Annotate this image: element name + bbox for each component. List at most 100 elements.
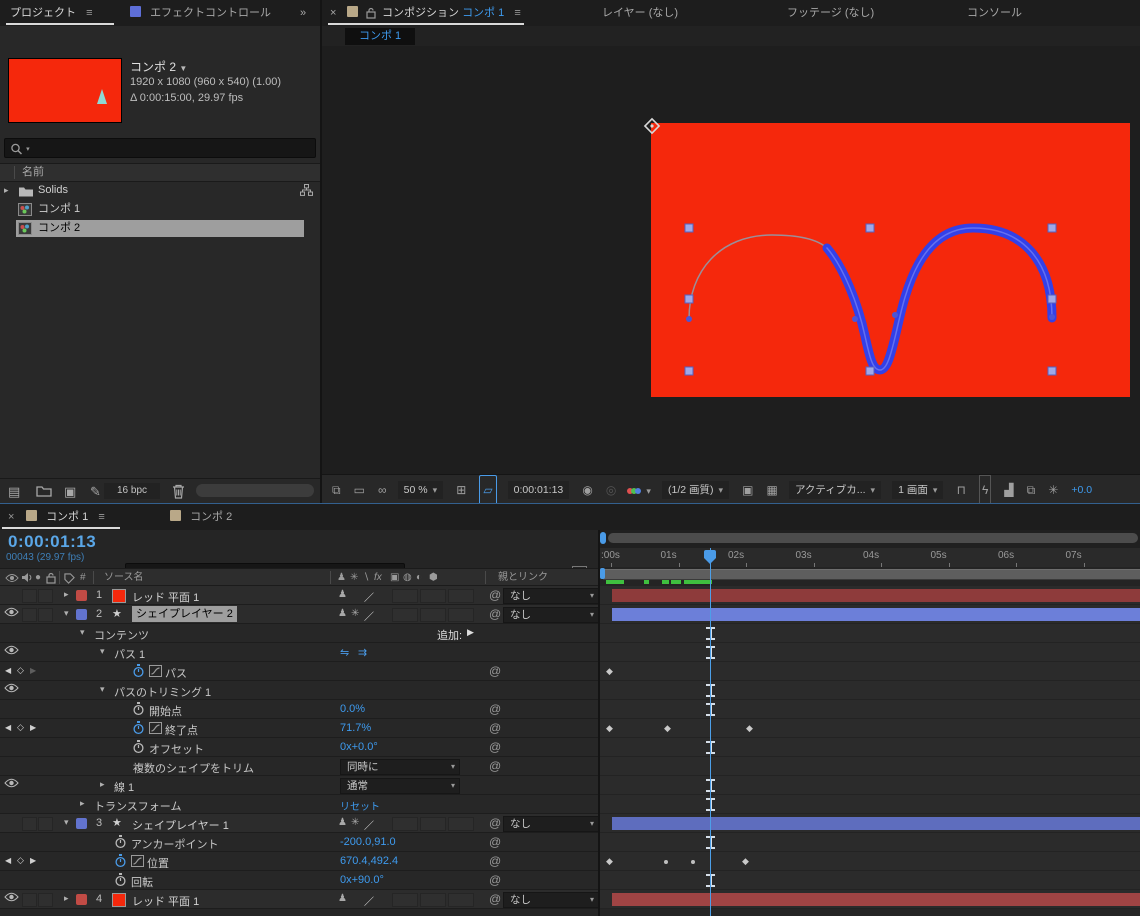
work-area-start-handle[interactable] bbox=[600, 568, 605, 579]
label-color-chip[interactable] bbox=[76, 590, 87, 601]
switch-cell[interactable] bbox=[392, 589, 418, 603]
property-row[interactable]: 開始点 0.0% @ bbox=[0, 700, 600, 719]
prev-keyframe-icon[interactable]: ◀ bbox=[5, 856, 11, 865]
property-name[interactable]: 複数のシェイプをトリム bbox=[133, 760, 254, 776]
quality-switch-icon[interactable]: ／ bbox=[364, 817, 374, 832]
property-name[interactable]: コンテンツ bbox=[94, 627, 149, 643]
property-name[interactable]: アンカーポイント bbox=[131, 836, 219, 852]
panel-menu-icon[interactable]: ≡ bbox=[98, 511, 104, 523]
adjustment-column-icon[interactable]: ◐ bbox=[416, 569, 422, 586]
pickwhip-icon[interactable]: @ bbox=[489, 835, 501, 849]
project-settings-icon[interactable]: ✎ bbox=[90, 479, 101, 504]
track-area[interactable]: ◆ ◆ ◆ ◆ ◆ ◆ bbox=[600, 586, 1140, 909]
histogram-icon[interactable]: ▟ bbox=[1004, 476, 1013, 504]
switch-cell[interactable] bbox=[392, 608, 418, 622]
switch-cell[interactable] bbox=[420, 817, 446, 831]
pickwhip-icon[interactable]: @ bbox=[489, 721, 501, 735]
video-column-icon[interactable] bbox=[5, 573, 19, 583]
switch-cell[interactable] bbox=[420, 608, 446, 622]
label-color-chip[interactable] bbox=[76, 609, 87, 620]
shy-switch-icon[interactable]: ♟ bbox=[338, 817, 347, 828]
view-layout-dropdown[interactable]: 1 画面 ▾ bbox=[892, 481, 944, 499]
navigator-start-handle[interactable] bbox=[600, 532, 606, 544]
playhead-handle[interactable] bbox=[704, 550, 716, 564]
new-composition-icon[interactable]: ▣ bbox=[64, 479, 76, 504]
exposure-icon[interactable]: ✳ bbox=[1048, 476, 1058, 504]
track-row[interactable] bbox=[600, 700, 1140, 719]
layer-name[interactable]: シェイプレイヤー 2 bbox=[132, 606, 237, 622]
parent-dropdown[interactable]: なし ▾ bbox=[503, 816, 599, 832]
pickwhip-icon[interactable]: @ bbox=[489, 588, 501, 602]
pickwhip-icon[interactable]: @ bbox=[489, 892, 501, 906]
eye-icon[interactable] bbox=[4, 645, 19, 658]
collapse-column-icon[interactable]: ✳ bbox=[350, 569, 358, 586]
project-item-Solids[interactable]: ▸ Solids bbox=[0, 181, 320, 200]
work-area-bar[interactable] bbox=[603, 569, 1140, 580]
stopwatch-icon[interactable] bbox=[133, 664, 144, 681]
property-dropdown[interactable]: 通常 ▾ bbox=[340, 778, 460, 794]
track-row[interactable] bbox=[600, 795, 1140, 814]
pickwhip-icon[interactable]: @ bbox=[489, 740, 501, 754]
keyframe-dot[interactable] bbox=[691, 860, 695, 864]
property-row[interactable]: オフセット 0x+0.0° @ bbox=[0, 738, 600, 757]
motion-blur-column-icon[interactable]: ◍ bbox=[403, 569, 412, 586]
property-name[interactable]: パス bbox=[165, 665, 187, 681]
bit-depth-button[interactable]: 16 bpc bbox=[104, 483, 160, 499]
property-name[interactable]: パスのトリミング 1 bbox=[114, 684, 211, 700]
quality-column-icon[interactable]: ∖ bbox=[363, 569, 369, 586]
eye-icon[interactable] bbox=[4, 778, 19, 791]
eye-icon[interactable] bbox=[4, 683, 19, 696]
group-row[interactable]: ▸ 線 1 通常 ▾ bbox=[0, 776, 600, 795]
switch-cell[interactable] bbox=[448, 589, 474, 603]
solo-cell[interactable] bbox=[22, 608, 37, 622]
project-search-input[interactable]: ▾ bbox=[4, 138, 316, 158]
group-row[interactable]: ▸ トランスフォーム リセット bbox=[0, 795, 600, 814]
keyframe-diamond[interactable]: ◆ bbox=[742, 856, 749, 867]
solo-column-icon[interactable]: ● bbox=[35, 569, 41, 586]
search-caret-icon[interactable]: ▾ bbox=[26, 146, 30, 153]
property-name[interactable]: オフセット bbox=[149, 741, 204, 757]
switch-cell[interactable] bbox=[448, 608, 474, 622]
transparency-grid-icon[interactable]: ▦ bbox=[767, 476, 778, 504]
shy-switch-icon[interactable]: ♟ bbox=[338, 589, 347, 600]
track-row[interactable] bbox=[600, 814, 1140, 833]
layer-duration-bar[interactable] bbox=[612, 817, 1140, 830]
mini-flowchart-icon[interactable]: ⧉ bbox=[1027, 476, 1036, 504]
graph-include-icon[interactable] bbox=[149, 665, 162, 680]
reset-link[interactable]: リセット bbox=[340, 798, 380, 813]
property-row[interactable]: ◀ ◇ ▶ 終了点 71.7% @ bbox=[0, 719, 600, 738]
stopwatch-icon[interactable] bbox=[115, 835, 126, 852]
playhead-line[interactable] bbox=[710, 548, 711, 916]
property-name[interactable]: トランスフォーム bbox=[94, 798, 181, 814]
name-column-header[interactable]: 名前 bbox=[22, 166, 44, 178]
quality-switch-icon[interactable]: ／ bbox=[364, 608, 374, 623]
switch-cell[interactable] bbox=[420, 589, 446, 603]
pickwhip-icon[interactable]: @ bbox=[489, 873, 501, 887]
track-row[interactable] bbox=[600, 757, 1140, 776]
current-timecode[interactable]: 0:00:01:13 bbox=[8, 532, 96, 552]
group-row[interactable]: 複数のシェイプをトリム 同時に ▾ @ bbox=[0, 757, 600, 776]
track-row[interactable] bbox=[600, 738, 1140, 757]
time-ruler[interactable]: :00s 01s 02s 03s 04s 05s 06s 07s bbox=[600, 548, 1140, 568]
tab-effect-controls[interactable]: エフェクトコントロール bbox=[130, 0, 271, 26]
label-color-chip[interactable] bbox=[76, 818, 87, 829]
next-keyframe-icon[interactable]: ▶ bbox=[30, 723, 36, 732]
collapse-switch-icon[interactable]: ✳ bbox=[351, 817, 359, 828]
property-name[interactable]: 線 1 bbox=[114, 779, 134, 795]
project-item-コンポ 1[interactable]: コンポ 1 bbox=[0, 200, 320, 219]
reverse-path-icon[interactable]: ⇋ bbox=[340, 646, 349, 659]
layer-row[interactable]: ▾ 3 ★ シェイプレイヤー 1 ♟ ✳ ／ @ なし ▾ bbox=[0, 814, 600, 833]
property-name[interactable]: 回転 bbox=[131, 874, 153, 890]
timeline-pane-divider[interactable] bbox=[598, 530, 600, 916]
snapshot-icon[interactable]: ◉ bbox=[582, 476, 592, 504]
pickwhip-icon[interactable]: @ bbox=[489, 664, 501, 678]
property-name[interactable]: 開始点 bbox=[149, 703, 182, 719]
track-row[interactable]: ◆ ◆ ◆ bbox=[600, 719, 1140, 738]
layer-name[interactable]: レッド 平面 1 bbox=[132, 893, 199, 909]
comp-name-caret-icon[interactable]: ▼ bbox=[179, 64, 187, 73]
track-row[interactable] bbox=[600, 681, 1140, 700]
new-folder-icon[interactable] bbox=[36, 485, 52, 497]
property-value[interactable]: 670.4,492.4 bbox=[340, 855, 398, 867]
prev-keyframe-icon[interactable]: ◀ bbox=[5, 723, 11, 732]
keyframe-diamond[interactable]: ◆ bbox=[606, 856, 613, 867]
